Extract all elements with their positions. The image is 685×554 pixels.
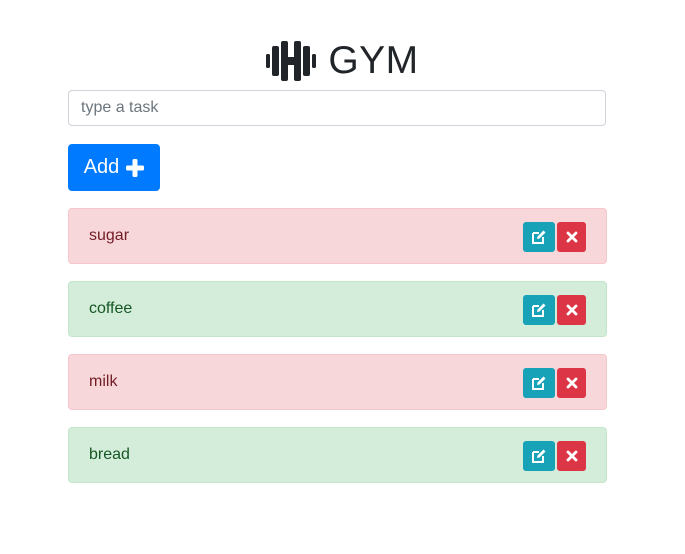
task-text: sugar xyxy=(89,227,130,244)
edit-icon xyxy=(531,229,547,245)
plus-icon xyxy=(126,158,145,177)
edit-task-button[interactable] xyxy=(523,295,555,325)
delete-task-button[interactable] xyxy=(557,441,586,471)
task-actions xyxy=(523,295,586,325)
task-text: bread xyxy=(89,446,130,463)
task-input[interactable] xyxy=(68,90,606,126)
task-item: bread xyxy=(68,427,607,483)
delete-task-button[interactable] xyxy=(557,222,586,252)
app-page: GYM Add sugar xyxy=(0,0,685,554)
delete-task-button[interactable] xyxy=(557,295,586,325)
edit-icon xyxy=(531,375,547,391)
edit-icon xyxy=(531,302,547,318)
task-actions xyxy=(523,222,586,252)
task-item: milk xyxy=(68,354,607,410)
close-icon xyxy=(566,377,578,389)
close-icon xyxy=(566,450,578,462)
close-icon xyxy=(566,231,578,243)
task-item: coffee xyxy=(68,281,607,337)
add-button-label: Add xyxy=(83,156,120,178)
dumbbell-icon xyxy=(266,41,317,81)
add-task-button[interactable]: Add xyxy=(68,144,160,191)
page-title: GYM xyxy=(328,39,419,82)
edit-task-button[interactable] xyxy=(523,222,555,252)
task-actions xyxy=(523,441,586,471)
edit-task-button[interactable] xyxy=(523,441,555,471)
task-list: sugar coffee milk bread xyxy=(68,208,607,500)
app-header: GYM xyxy=(0,38,685,84)
task-actions xyxy=(523,368,586,398)
close-icon xyxy=(566,304,578,316)
task-text: milk xyxy=(89,373,118,390)
task-item: sugar xyxy=(68,208,607,264)
task-text: coffee xyxy=(89,300,133,317)
edit-task-button[interactable] xyxy=(523,368,555,398)
edit-icon xyxy=(531,448,547,464)
delete-task-button[interactable] xyxy=(557,368,586,398)
